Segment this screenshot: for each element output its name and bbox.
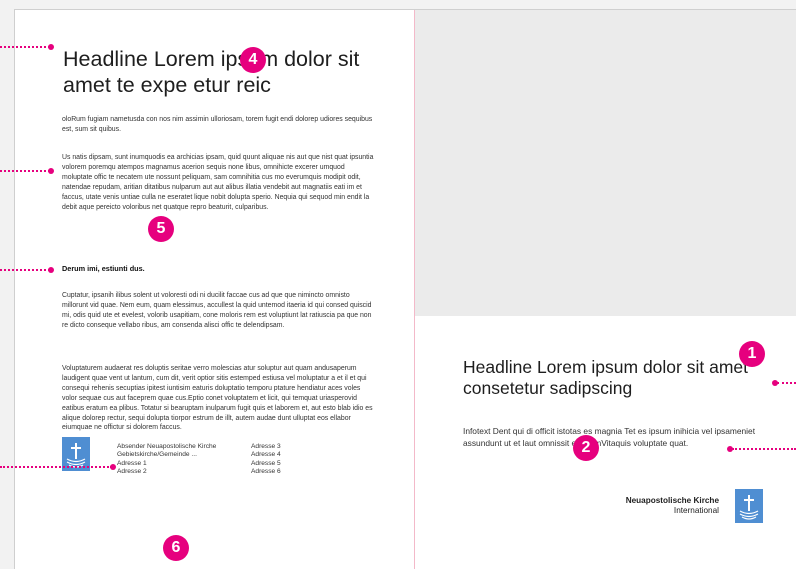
marker-leader-line bbox=[0, 46, 50, 48]
intro-paragraph: oloRum fugiam nametusda con nos nim assi… bbox=[62, 116, 373, 133]
marker-badge-1: 1 bbox=[739, 341, 765, 367]
body-paragraph-1: Us natis dipsam, sunt inumquodis ea arch… bbox=[62, 154, 374, 211]
marker-dot bbox=[48, 267, 54, 273]
address-line: Adresse 2 bbox=[117, 467, 147, 475]
marker-badge-5: 5 bbox=[148, 216, 174, 242]
marker-dot bbox=[110, 464, 116, 470]
brand-subtitle: International bbox=[673, 505, 719, 515]
marker-dot bbox=[48, 168, 54, 174]
brand-name: Neuapostolische Kirche bbox=[625, 496, 719, 505]
left-headline: Headline Lorem ipsum dolor sit amet te e… bbox=[63, 47, 360, 97]
address-line: Adresse 5 bbox=[251, 459, 281, 467]
marker-badge-4: 4 bbox=[240, 47, 266, 73]
subheading: Derum imi, estiunti dus. bbox=[62, 264, 145, 273]
marker-badge-6: 6 bbox=[163, 535, 189, 561]
address-line: Adresse 1 bbox=[117, 459, 147, 467]
image-placeholder bbox=[415, 10, 796, 316]
church-logo-icon bbox=[735, 489, 763, 523]
marker-dot bbox=[48, 44, 54, 50]
body-paragraph-3: Voluptaturem audaerat res doluptis serit… bbox=[62, 365, 373, 432]
page-fold-line bbox=[414, 10, 415, 569]
document-spread: Headline Lorem ipsum dolor sit amet te e… bbox=[14, 9, 796, 569]
address-line: Absender Neuapostolische Kirche bbox=[117, 443, 217, 450]
marker-leader-line bbox=[732, 448, 796, 450]
infotext-paragraph: Infotext Dent qui di officit istotas es … bbox=[463, 426, 756, 448]
marker-badge-2: 2 bbox=[573, 435, 599, 461]
body-paragraph-2: Cuptatur, ipsanih ilibus solent ut volor… bbox=[62, 292, 372, 329]
brand-block: Neuapostolische Kirche International bbox=[626, 496, 719, 516]
marker-leader-line bbox=[0, 466, 112, 468]
marker-leader-line bbox=[0, 269, 50, 271]
address-line: Adresse 6 bbox=[251, 467, 281, 475]
address-line: Gebietskirche/Gemeinde ... bbox=[117, 451, 197, 459]
marker-dot bbox=[772, 380, 778, 386]
sender-address-block: Absender Neuapostolische Kirche Gebietsk… bbox=[117, 443, 216, 476]
address-line: Adresse 3 bbox=[251, 443, 281, 450]
marker-dot bbox=[727, 446, 733, 452]
marker-leader-line bbox=[0, 170, 50, 172]
marker-leader-line bbox=[777, 382, 796, 384]
address-line: Adresse 4 bbox=[251, 451, 281, 459]
address-block-2: Adresse 3 Adresse 4 Adresse 5 Adresse 6 bbox=[251, 443, 281, 476]
